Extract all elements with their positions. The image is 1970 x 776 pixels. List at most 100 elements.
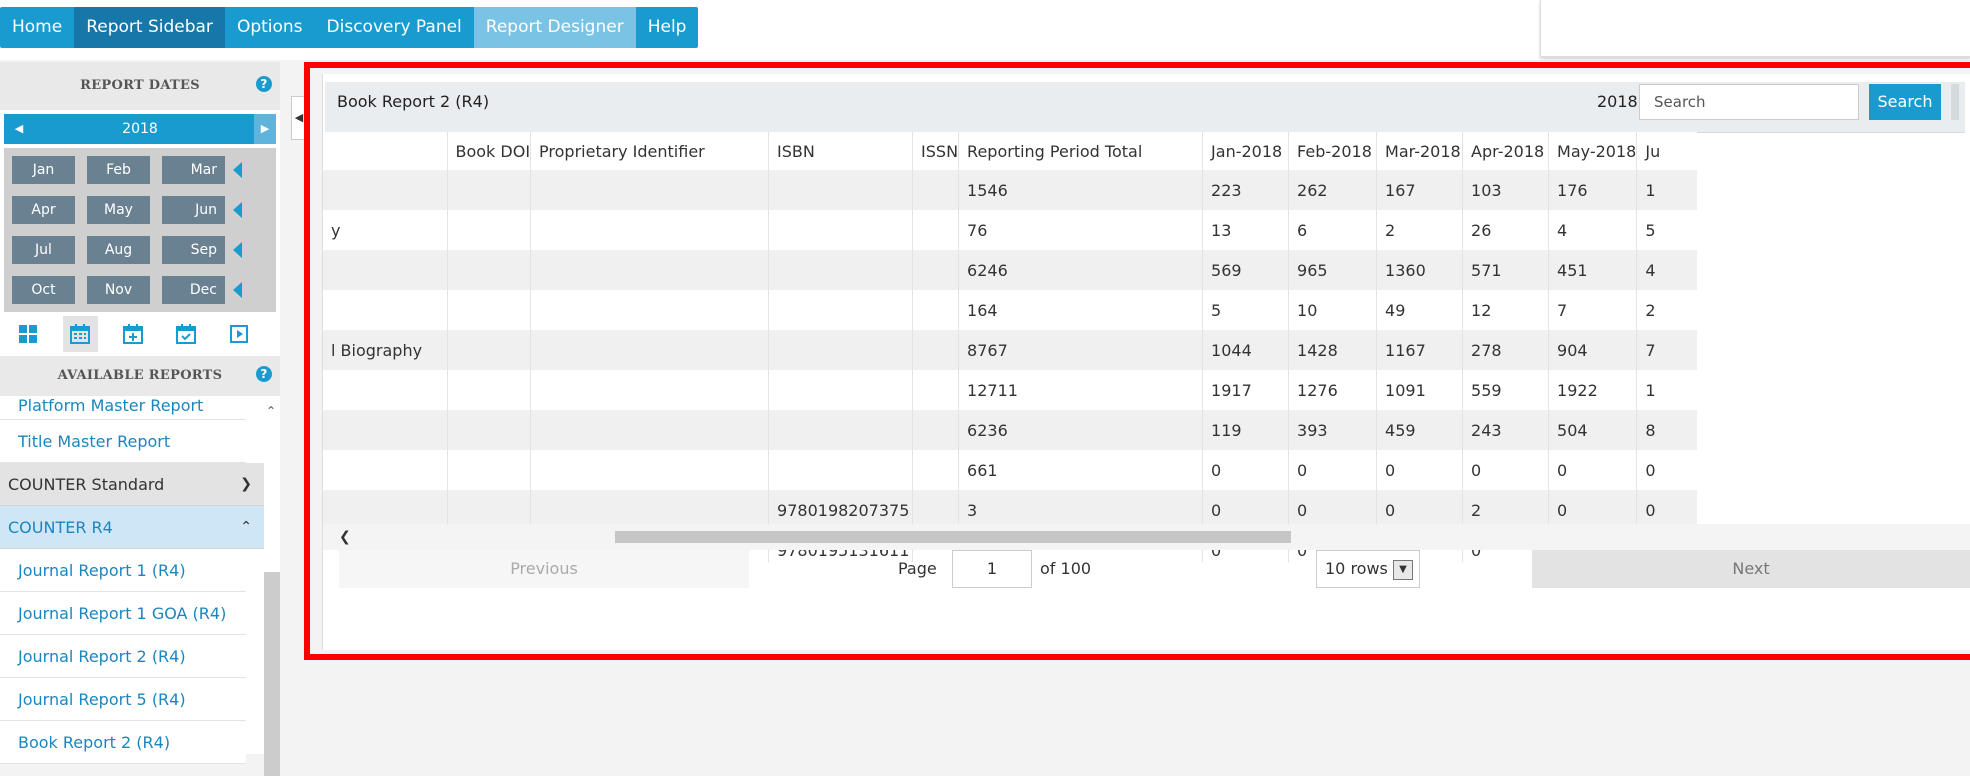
- quarter-select-icon[interactable]: [233, 242, 242, 258]
- column-header[interactable]: ISSN: [912, 132, 959, 170]
- report-title-master[interactable]: Title Master Report: [0, 420, 246, 463]
- month-oct-button[interactable]: Oct: [12, 276, 75, 304]
- search-input[interactable]: Search: [1639, 84, 1859, 120]
- table-row[interactable]: 12711 1917 1276 1091 559 1922 1: [323, 370, 1697, 410]
- nav-report-sidebar[interactable]: Report Sidebar: [74, 7, 225, 48]
- table-cell: 904: [1548, 330, 1637, 370]
- table-cell: [323, 370, 447, 410]
- previous-button[interactable]: Previous: [339, 550, 749, 588]
- table-row[interactable]: 6246 569 965 1360 571 451 4: [323, 250, 1697, 290]
- help-icon[interactable]: ?: [256, 76, 272, 92]
- next-button[interactable]: Next: [1532, 550, 1970, 588]
- month-dec-button[interactable]: Dec: [162, 276, 225, 304]
- table-cell: 1167: [1376, 330, 1463, 370]
- calendar-icon[interactable]: [63, 316, 98, 352]
- calendar-check-icon[interactable]: [174, 320, 198, 348]
- table-row[interactable]: 6236 119 393 459 243 504 8: [323, 410, 1697, 450]
- nav-report-designer[interactable]: Report Designer: [473, 7, 636, 48]
- month-nov-button[interactable]: Nov: [87, 276, 150, 304]
- column-header[interactable]: Book DOI: [446, 132, 531, 170]
- report-table: Book DOI Proprietary Identifier ISBN ISS…: [323, 132, 1970, 562]
- month-jun-button[interactable]: Jun: [162, 196, 225, 224]
- table-row[interactable]: y 76 13 6 2 26 4 5: [323, 210, 1697, 250]
- rows-per-page-select[interactable]: 10 rows ▼: [1316, 550, 1420, 588]
- month-feb-button[interactable]: Feb: [87, 156, 150, 184]
- report-year: 2018: [1597, 92, 1638, 111]
- report-sidebar: REPORT DATES ? ◀ 2018 ▶ Jan Feb Mar Apr …: [0, 62, 280, 776]
- report-journal-1-goa[interactable]: Journal Report 1 GOA (R4): [0, 592, 246, 635]
- group-counter-standard[interactable]: COUNTER Standard ❯: [0, 463, 264, 506]
- month-aug-button[interactable]: Aug: [87, 236, 150, 264]
- column-header[interactable]: Mar-2018: [1376, 132, 1463, 170]
- table-cell: 119: [1202, 410, 1289, 450]
- column-header[interactable]: ISBN: [768, 132, 913, 170]
- month-jul-button[interactable]: Jul: [12, 236, 75, 264]
- report-platform-master[interactable]: Platform Master Report: [0, 396, 246, 420]
- table-cell: 0: [1548, 450, 1637, 490]
- table-cell: 569: [1202, 250, 1289, 290]
- quarter-select-icon[interactable]: [233, 202, 242, 218]
- report-journal-2[interactable]: Journal Report 2 (R4): [0, 635, 246, 678]
- group-label: COUNTER R4: [8, 518, 113, 537]
- month-row: Oct Nov Dec: [12, 274, 276, 306]
- year-next-icon[interactable]: ▶: [254, 114, 276, 144]
- quarter-select-icon[interactable]: [233, 282, 242, 298]
- horizontal-scrollbar[interactable]: ❮: [323, 524, 1970, 550]
- column-header[interactable]: Proprietary Identifier: [530, 132, 769, 170]
- year-prev-icon[interactable]: ◀: [8, 114, 30, 144]
- collapse-sidebar-icon[interactable]: ◀: [291, 96, 306, 140]
- calendar-add-icon[interactable]: [121, 320, 145, 348]
- help-icon[interactable]: ?: [256, 366, 272, 382]
- chevron-down-icon[interactable]: ❯: [240, 463, 252, 506]
- top-right-box[interactable]: [1540, 0, 1970, 57]
- report-book-2[interactable]: Book Report 2 (R4): [0, 721, 246, 764]
- nav-help[interactable]: Help: [636, 7, 699, 48]
- group-counter-r4[interactable]: COUNTER R4 ⌃: [0, 506, 264, 549]
- table-cell: 504: [1548, 410, 1637, 450]
- month-mar-button[interactable]: Mar: [162, 156, 225, 184]
- table-row[interactable]: 1546 223 262 167 103 176 1: [323, 170, 1697, 210]
- grid-view-icon[interactable]: [16, 320, 40, 348]
- sidebar-scrollbar[interactable]: [264, 572, 280, 776]
- table-cell: 243: [1462, 410, 1549, 450]
- report-journal-5[interactable]: Journal Report 5 (R4): [0, 678, 246, 721]
- main-nav: Home Report Sidebar Options Discovery Pa…: [0, 7, 699, 48]
- nav-home[interactable]: Home: [0, 7, 74, 48]
- column-header[interactable]: May-2018: [1548, 132, 1637, 170]
- play-box-icon[interactable]: [227, 320, 251, 348]
- column-header[interactable]: Ju: [1636, 132, 1697, 170]
- column-header[interactable]: [323, 132, 447, 170]
- chevron-up-icon[interactable]: ⌃: [240, 506, 252, 549]
- page-number-input[interactable]: 1: [952, 550, 1032, 588]
- month-sep-button[interactable]: Sep: [162, 236, 225, 264]
- table-cell: 1044: [1202, 330, 1289, 370]
- table-cell: 1428: [1288, 330, 1377, 370]
- month-jan-button[interactable]: Jan: [12, 156, 75, 184]
- column-header[interactable]: Feb-2018: [1288, 132, 1377, 170]
- quarter-select-icon[interactable]: [233, 162, 242, 178]
- scrollbar-thumb[interactable]: [615, 531, 1291, 543]
- table-row[interactable]: 661 0 0 0 0 0 0: [323, 450, 1697, 490]
- chevron-down-icon[interactable]: ▼: [1393, 560, 1413, 580]
- rows-per-page-value: 10 rows: [1325, 559, 1388, 578]
- table-cell: [530, 450, 769, 490]
- report-journal-1[interactable]: Journal Report 1 (R4): [0, 549, 246, 592]
- search-button[interactable]: Search: [1869, 84, 1941, 120]
- month-apr-button[interactable]: Apr: [12, 196, 75, 224]
- month-may-button[interactable]: May: [87, 196, 150, 224]
- column-header[interactable]: Jan-2018: [1202, 132, 1289, 170]
- nav-discovery-panel[interactable]: Discovery Panel: [315, 7, 474, 48]
- table-row[interactable]: l Biography 8767 1044 1428 1167 278 904 7: [323, 330, 1697, 370]
- table-cell: 0: [1636, 450, 1697, 490]
- table-cell: [768, 370, 913, 410]
- scroll-left-icon[interactable]: ❮: [339, 524, 351, 550]
- table-cell: 167: [1376, 170, 1463, 210]
- table-cell: 164: [958, 290, 1203, 330]
- nav-options[interactable]: Options: [225, 7, 315, 48]
- year-label: 2018: [122, 121, 158, 137]
- scroll-up-icon[interactable]: ⌃: [262, 396, 280, 436]
- table-cell: 8767: [958, 330, 1203, 370]
- column-header[interactable]: Apr-2018: [1462, 132, 1549, 170]
- table-row[interactable]: 164 5 10 49 12 7 2: [323, 290, 1697, 330]
- column-header[interactable]: Reporting Period Total: [958, 132, 1203, 170]
